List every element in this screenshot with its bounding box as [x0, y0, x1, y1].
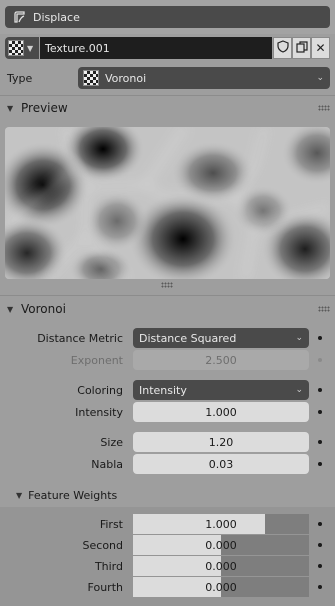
chevron-down-icon: ⌄ [295, 333, 303, 343]
exponent-value: 2.500 [205, 353, 237, 367]
weight-first-label: First [99, 517, 123, 531]
weight-fourth-value: 0.000 [205, 580, 237, 594]
type-label: Type [7, 71, 33, 85]
texture-preview [5, 127, 330, 279]
disclosure-triangle-icon: ▼ [7, 304, 14, 314]
texture-name-field[interactable]: Texture.001 [40, 37, 272, 59]
weight-second-value: 0.000 [205, 538, 237, 552]
size-value: 1.20 [208, 435, 234, 449]
keyframe-dot[interactable] [318, 522, 322, 526]
type-value: Voronoi [105, 71, 147, 85]
weight-second-label: Second [82, 538, 123, 552]
nabla-label: Nabla [91, 457, 123, 471]
unlink-texture-button[interactable]: ✕ [311, 37, 330, 59]
voronoi-panel-title: Voronoi [21, 302, 66, 316]
keyframe-dot[interactable] [318, 336, 322, 340]
preview-resize-grip[interactable] [161, 282, 173, 288]
feature-weights-title: Feature Weights [28, 488, 118, 502]
keyframe-dot[interactable] [318, 410, 322, 414]
disclosure-triangle-icon: ▼ [7, 103, 14, 113]
distance-metric-label: Distance Metric [37, 331, 123, 345]
duplicate-texture-button[interactable] [292, 37, 311, 59]
modifier-name: Displace [33, 10, 80, 24]
duplicate-icon [295, 40, 308, 56]
feature-weights-header[interactable]: ▼ Feature Weights [16, 484, 117, 506]
size-label: Size [100, 435, 123, 449]
checker-texture-icon [83, 70, 99, 86]
slider-fill [133, 514, 265, 534]
nabla-field[interactable]: 0.03 [133, 454, 309, 474]
weight-third-label: Third [94, 559, 123, 573]
chevron-down-icon: ⌄ [295, 385, 303, 395]
coloring-label: Coloring [77, 383, 123, 397]
chevron-down-icon: ⌄ [316, 73, 324, 83]
distance-metric-value: Distance Squared [139, 331, 237, 345]
weight-first-value: 1.000 [205, 517, 237, 531]
texture-browse-button[interactable]: ▼ [5, 37, 39, 59]
keyframe-dot[interactable] [318, 358, 322, 362]
shield-icon [276, 40, 289, 56]
nabla-value: 0.03 [208, 457, 234, 471]
drag-grip-icon[interactable] [318, 306, 330, 312]
keyframe-dot[interactable] [318, 462, 322, 466]
weight-first-slider[interactable]: 1.000 [133, 514, 309, 534]
coloring-value: Intensity [139, 383, 187, 397]
texture-selector-row: ▼ Texture.001 ✕ [5, 37, 330, 59]
size-field[interactable]: 1.20 [133, 432, 309, 452]
keyframe-dot[interactable] [318, 585, 322, 589]
type-dropdown[interactable]: Voronoi ⌄ [78, 67, 330, 89]
fake-user-button[interactable] [273, 37, 292, 59]
keyframe-dot[interactable] [318, 564, 322, 568]
coloring-dropdown[interactable]: Intensity ⌄ [133, 380, 309, 400]
preview-panel-title: Preview [21, 101, 68, 115]
keyframe-dot[interactable] [318, 440, 322, 444]
intensity-value: 1.000 [205, 405, 237, 419]
keyframe-dot[interactable] [318, 543, 322, 547]
weight-third-value: 0.000 [205, 559, 237, 573]
weight-second-slider[interactable]: 0.000 [133, 535, 309, 555]
intensity-field[interactable]: 1.000 [133, 402, 309, 422]
exponent-label: Exponent [70, 353, 123, 367]
panel-divider [0, 295, 335, 296]
keyframe-dot[interactable] [318, 388, 322, 392]
disclosure-triangle-icon: ▼ [16, 490, 23, 500]
weight-fourth-slider[interactable]: 0.000 [133, 577, 309, 597]
checker-texture-icon [8, 40, 24, 56]
modifier-selector[interactable]: Displace [5, 6, 330, 28]
drag-grip-icon[interactable] [318, 105, 330, 111]
displace-modifier-icon [12, 10, 26, 24]
preview-panel-header[interactable]: ▼ Preview [0, 96, 335, 120]
intensity-label: Intensity [75, 405, 123, 419]
weight-third-slider[interactable]: 0.000 [133, 556, 309, 576]
voronoi-panel-header[interactable]: ▼ Voronoi [0, 297, 335, 321]
weight-fourth-label: Fourth [87, 580, 123, 594]
chevron-down-icon: ▼ [27, 43, 34, 53]
close-icon: ✕ [315, 41, 326, 55]
distance-metric-dropdown[interactable]: Distance Squared ⌄ [133, 328, 309, 348]
exponent-field[interactable]: 2.500 [133, 350, 309, 370]
